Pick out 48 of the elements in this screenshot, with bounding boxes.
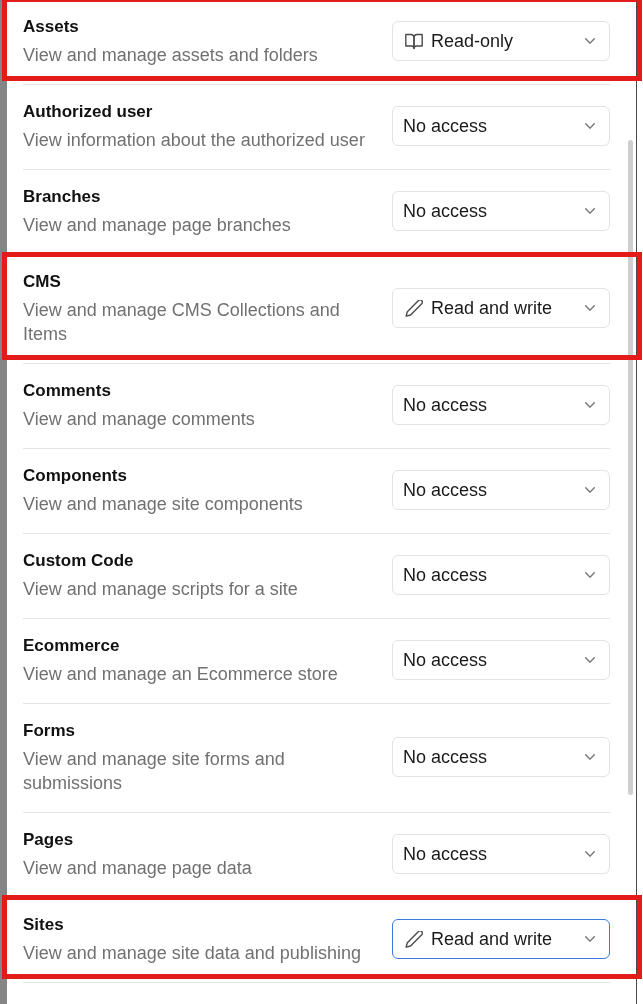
chevron-down-icon <box>585 38 595 44</box>
permission-description: View and manage scripts for a site <box>23 578 299 601</box>
access-dropdown[interactable]: Read-only <box>392 21 610 61</box>
access-dropdown[interactable]: No access <box>392 385 610 425</box>
access-dropdown[interactable]: No access <box>392 555 610 595</box>
chevron-down-icon <box>585 657 595 663</box>
permission-title: Comments <box>23 380 112 402</box>
permission-description: View and manage site components <box>23 493 304 516</box>
permission-title: Components <box>23 465 128 487</box>
access-dropdown[interactable]: No access <box>392 470 610 510</box>
permission-description: View and manage page branches <box>23 214 292 237</box>
access-dropdown[interactable]: Read and write <box>392 919 610 959</box>
permission-description: View and manage page data <box>23 857 253 880</box>
permission-description: View and manage comments <box>23 408 256 431</box>
permission-description: View information about the authorized user <box>23 129 366 152</box>
permission-title: Pages <box>23 829 75 851</box>
permission-description: View and manage site data and publishing <box>23 942 362 965</box>
pencil-icon <box>405 299 423 317</box>
permission-title: Branches <box>23 186 102 208</box>
access-dropdown[interactable]: No access <box>392 106 610 146</box>
permission-title: Authorized user <box>23 101 154 123</box>
chevron-down-icon <box>585 851 595 857</box>
chevron-down-icon <box>585 123 595 129</box>
chevron-down-icon <box>585 572 595 578</box>
permission-description: View and manage CMS Collections and Items <box>23 299 341 346</box>
scrollbar-thumb[interactable] <box>628 140 633 795</box>
chevron-down-icon <box>585 936 595 942</box>
permission-description: View and manage site forms and submissions <box>23 748 286 795</box>
chevron-down-icon <box>585 487 595 493</box>
chevron-down-icon <box>585 754 595 760</box>
permission-title: Ecommerce <box>23 635 121 657</box>
access-dropdown[interactable]: No access <box>392 640 610 680</box>
chevron-down-icon <box>585 402 595 408</box>
chevron-down-icon <box>585 208 595 214</box>
pencil-icon <box>405 930 423 948</box>
permission-title: Assets <box>23 16 80 38</box>
permission-description: View and manage assets and folders <box>23 44 319 67</box>
access-dropdown[interactable]: No access <box>392 834 610 874</box>
permission-title: Forms <box>23 720 76 742</box>
permission-title: Sites <box>23 914 65 936</box>
access-dropdown[interactable]: No access <box>392 737 610 777</box>
access-dropdown[interactable]: Read and write <box>392 288 610 328</box>
chevron-down-icon <box>585 305 595 311</box>
book-icon <box>405 32 423 50</box>
permission-title: CMS <box>23 271 62 293</box>
permission-description: View and manage an Ecommerce store <box>23 663 339 686</box>
permission-title: Custom Code <box>23 550 135 572</box>
access-dropdown[interactable]: No access <box>392 191 610 231</box>
